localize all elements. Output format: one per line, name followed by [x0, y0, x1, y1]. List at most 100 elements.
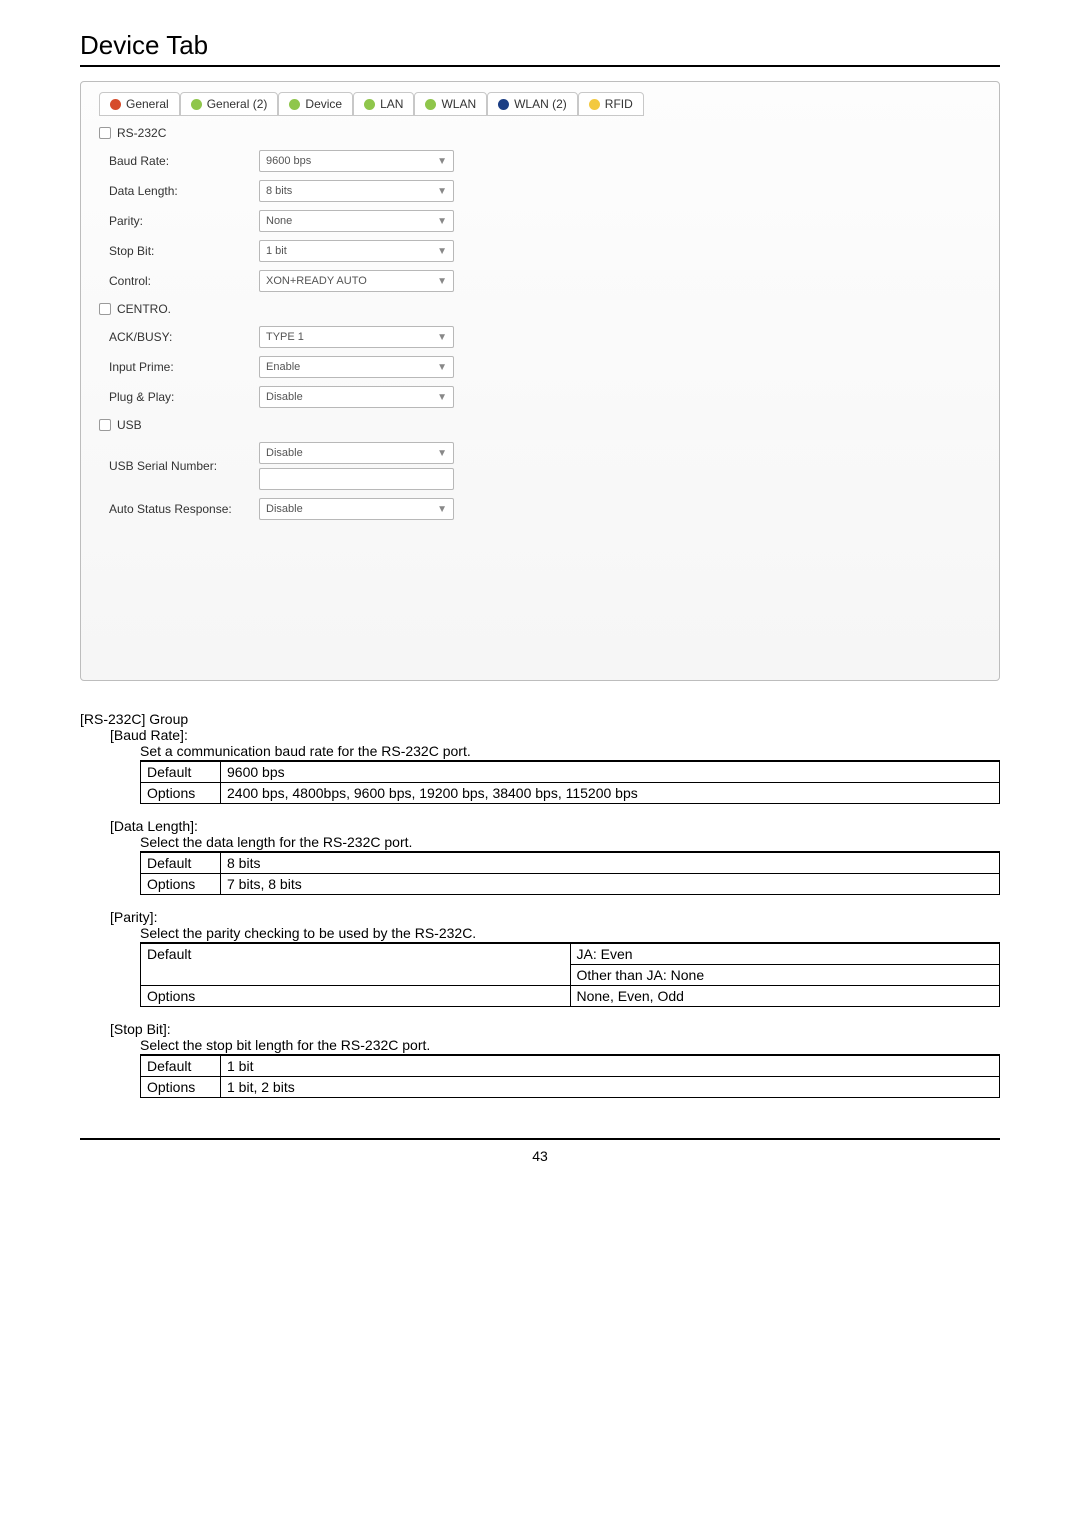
select-value: None — [266, 215, 292, 227]
doc-param-label: [Baud Rate]: — [110, 727, 1000, 743]
usb-serial-label: USB Serial Number: — [99, 459, 259, 473]
ack-busy-select[interactable]: TYPE 1 ▼ — [259, 326, 454, 348]
table-cell: Default — [141, 944, 571, 986]
section-rs232c: RS-232C Baud Rate: 9600 bps ▼ Data Lengt… — [99, 126, 981, 296]
select-value: Enable — [266, 361, 300, 373]
tab-label: RFID — [605, 97, 633, 111]
table-cell: Options — [141, 986, 571, 1007]
section-checkbox[interactable] — [99, 303, 111, 315]
section-centro: CENTRO. ACK/BUSY: TYPE 1 ▼ Input Prime: … — [99, 302, 981, 412]
select-value: 1 bit — [266, 245, 287, 257]
doc-table-data-length: Default 8 bits Options 7 bits, 8 bits — [140, 852, 1000, 895]
stop-bit-select[interactable]: 1 bit ▼ — [259, 240, 454, 262]
data-length-select[interactable]: 8 bits ▼ — [259, 180, 454, 202]
tab-device[interactable]: Device — [278, 92, 353, 116]
parity-label: Parity: — [99, 214, 259, 228]
table-cell: 1 bit, 2 bits — [221, 1077, 1000, 1098]
status-dot-icon — [589, 99, 600, 110]
tab-rfid[interactable]: RFID — [578, 92, 644, 116]
doc-section: [RS-232C] Group [Baud Rate]: Set a commu… — [80, 711, 1000, 1098]
table-cell: 9600 bps — [221, 762, 1000, 783]
table-cell: Options — [141, 1077, 221, 1098]
doc-table-baud-rate: Default 9600 bps Options 2400 bps, 4800b… — [140, 761, 1000, 804]
chevron-down-icon: ▼ — [437, 332, 447, 343]
tabs-bar: General General (2) Device LAN WLAN WLAN… — [99, 92, 981, 116]
table-cell: Options — [141, 874, 221, 895]
auto-status-label: Auto Status Response: — [99, 502, 259, 516]
page-title: Device Tab — [80, 30, 1000, 67]
chevron-down-icon: ▼ — [437, 216, 447, 227]
tab-general-2[interactable]: General (2) — [180, 92, 279, 116]
doc-param-label: [Parity]: — [110, 909, 1000, 925]
select-value: 8 bits — [266, 185, 292, 197]
select-value: XON+READY AUTO — [266, 275, 367, 287]
table-cell: 8 bits — [221, 853, 1000, 874]
input-prime-label: Input Prime: — [99, 360, 259, 374]
section-checkbox[interactable] — [99, 419, 111, 431]
tab-label: LAN — [380, 97, 403, 111]
section-checkbox[interactable] — [99, 127, 111, 139]
doc-param-label: [Data Length]: — [110, 818, 1000, 834]
doc-param-desc: Select the data length for the RS-232C p… — [140, 834, 1000, 852]
data-length-label: Data Length: — [99, 184, 259, 198]
usb-serial-select[interactable]: Disable ▼ — [259, 442, 454, 464]
section-usb: USB USB Serial Number: Disable ▼ Auto St… — [99, 418, 981, 524]
plug-play-select[interactable]: Disable ▼ — [259, 386, 454, 408]
plug-play-label: Plug & Play: — [99, 390, 259, 404]
select-value: TYPE 1 — [266, 331, 304, 343]
chevron-down-icon: ▼ — [437, 276, 447, 287]
chevron-down-icon: ▼ — [437, 186, 447, 197]
tab-label: General — [126, 97, 169, 111]
page-number: 43 — [532, 1148, 548, 1164]
input-prime-select[interactable]: Enable ▼ — [259, 356, 454, 378]
status-dot-icon — [289, 99, 300, 110]
select-value: Disable — [266, 447, 303, 459]
auto-status-select[interactable]: Disable ▼ — [259, 498, 454, 520]
tab-wlan[interactable]: WLAN — [414, 92, 487, 116]
select-value: Disable — [266, 391, 303, 403]
parity-select[interactable]: None ▼ — [259, 210, 454, 232]
table-cell: None, Even, Odd — [570, 986, 1000, 1007]
section-title: USB — [117, 418, 142, 432]
doc-param-desc: Set a communication baud rate for the RS… — [140, 743, 1000, 761]
status-dot-icon — [425, 99, 436, 110]
tab-label: General (2) — [207, 97, 268, 111]
tab-general[interactable]: General — [99, 92, 180, 116]
section-title: RS-232C — [117, 126, 166, 140]
chevron-down-icon: ▼ — [437, 156, 447, 167]
select-value: 9600 bps — [266, 155, 311, 167]
table-cell: 7 bits, 8 bits — [221, 874, 1000, 895]
status-dot-icon — [364, 99, 375, 110]
chevron-down-icon: ▼ — [437, 246, 447, 257]
tab-wlan-2[interactable]: WLAN (2) — [487, 92, 578, 116]
baud-rate-select[interactable]: 9600 bps ▼ — [259, 150, 454, 172]
doc-param-label: [Stop Bit]: — [110, 1021, 1000, 1037]
table-cell: Default — [141, 762, 221, 783]
table-cell: Default — [141, 1056, 221, 1077]
table-cell: Other than JA: None — [570, 965, 1000, 986]
tab-label: WLAN (2) — [514, 97, 567, 111]
table-cell: 2400 bps, 4800bps, 9600 bps, 19200 bps, … — [221, 783, 1000, 804]
tab-lan[interactable]: LAN — [353, 92, 414, 116]
table-cell: 1 bit — [221, 1056, 1000, 1077]
tab-label: Device — [305, 97, 342, 111]
stop-bit-label: Stop Bit: — [99, 244, 259, 258]
usb-serial-display — [259, 468, 454, 490]
status-dot-icon — [498, 99, 509, 110]
status-dot-icon — [191, 99, 202, 110]
device-panel: General General (2) Device LAN WLAN WLAN… — [80, 81, 1000, 681]
panel-spacer — [99, 528, 981, 668]
chevron-down-icon: ▼ — [437, 362, 447, 373]
section-title: CENTRO. — [117, 302, 171, 316]
control-select[interactable]: XON+READY AUTO ▼ — [259, 270, 454, 292]
status-dot-icon — [110, 99, 121, 110]
select-value: Disable — [266, 503, 303, 515]
chevron-down-icon: ▼ — [437, 504, 447, 515]
tab-label: WLAN — [441, 97, 476, 111]
doc-group-heading: [RS-232C] Group — [80, 711, 1000, 727]
page-footer: 43 — [80, 1138, 1000, 1164]
chevron-down-icon: ▼ — [437, 392, 447, 403]
doc-table-stop-bit: Default 1 bit Options 1 bit, 2 bits — [140, 1055, 1000, 1098]
doc-param-desc: Select the parity checking to be used by… — [140, 925, 1000, 943]
doc-table-parity: Default JA: Even Other than JA: None Opt… — [140, 943, 1000, 1007]
